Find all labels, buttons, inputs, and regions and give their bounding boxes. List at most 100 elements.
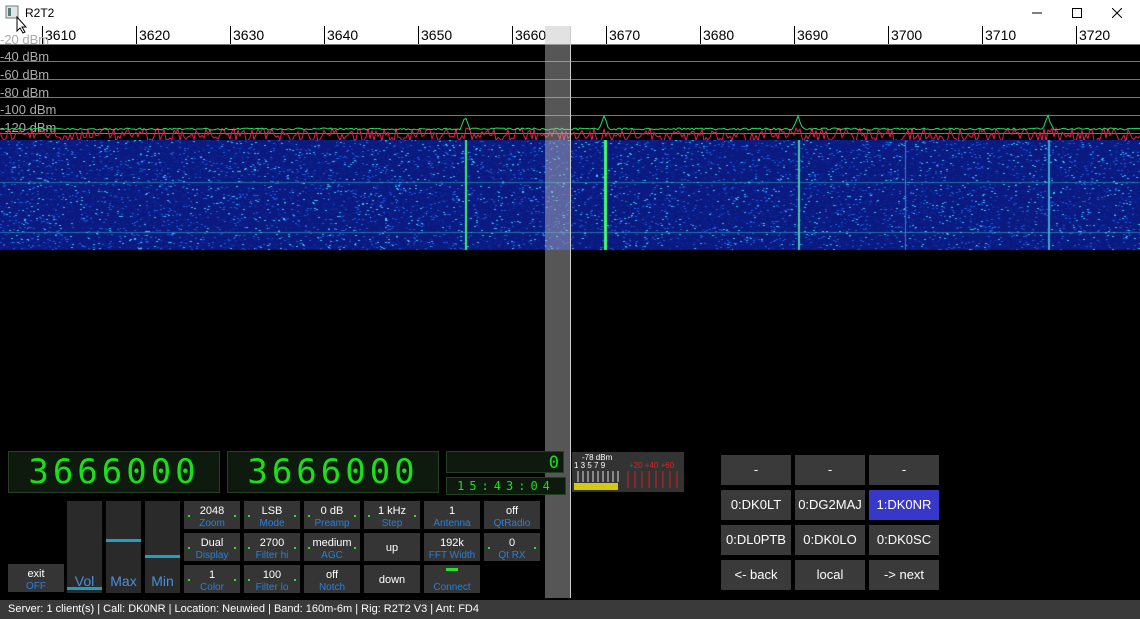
connect-key: Connect <box>433 582 471 593</box>
display-key: Display <box>195 550 229 561</box>
qtradio-key: QtRadio <box>493 518 531 529</box>
min-slider[interactable]: Min <box>145 501 180 593</box>
zoom-key: Zoom <box>199 518 225 529</box>
mode-value: LSB <box>261 505 283 517</box>
preamp-value: 0 dB <box>320 505 344 517</box>
notch-value: off <box>325 569 339 581</box>
s-meter-scale-marks <box>574 471 678 490</box>
mode-key: Mode <box>259 518 285 529</box>
exit-button-key: OFF <box>26 581 46 592</box>
step-value: 1 kHz <box>377 505 407 517</box>
zoom-button[interactable]: 2048 Zoom <box>184 501 240 529</box>
vfo-a-display[interactable]: 3666000 <box>8 451 220 493</box>
notch-key: Notch <box>318 582 346 593</box>
up-button[interactable]: up <box>364 533 420 561</box>
next-button[interactable]: -> next <box>869 560 939 590</box>
volume-slider-label: Vol <box>74 573 95 589</box>
ruler-label: 3660 <box>515 27 547 43</box>
tuning-line[interactable] <box>570 26 571 598</box>
exit-button-value: exit <box>27 568 45 580</box>
qt-rx-key: Qt RX <box>498 550 526 561</box>
filter-hi-button[interactable]: 2700 Filter hi <box>244 533 300 561</box>
ruler-label: 3690 <box>797 27 829 43</box>
user-slot[interactable]: - <box>869 455 939 485</box>
max-slider[interactable]: Max <box>106 501 141 593</box>
ruler-label: 3650 <box>421 27 453 43</box>
title-bar: R2T2 <box>0 0 1140 26</box>
s-meter: -78 dBm 1 3 5 7 9 +20 +40 +60 <box>572 452 684 492</box>
volume-slider[interactable]: Vol <box>67 501 102 593</box>
color-key: Color <box>200 582 224 593</box>
local-button[interactable]: local <box>795 560 865 590</box>
ruler-label: 3700 <box>891 27 923 43</box>
user-slot[interactable]: 0:DK0LO <box>795 525 865 555</box>
ruler-label: 3710 <box>985 27 1017 43</box>
back-button[interactable]: <- back <box>721 560 791 590</box>
ruler-label: 3630 <box>233 27 265 43</box>
zoom-value: 2048 <box>199 505 225 517</box>
ruler-label: 3680 <box>703 27 735 43</box>
user-slot[interactable]: 0:DK0LT <box>721 490 791 520</box>
antenna-value: 1 <box>448 505 456 517</box>
connect-indicator <box>446 568 458 571</box>
step-button[interactable]: 1 kHz Step <box>364 501 420 529</box>
maximize-icon <box>1072 8 1082 18</box>
window-title: R2T2 <box>25 6 55 20</box>
status-text: Server: 1 client(s) | Call: DK0NR | Loca… <box>8 603 479 615</box>
user-slot[interactable]: 0:DG2MAJ <box>795 490 865 520</box>
down-button[interactable]: down <box>364 565 420 593</box>
agc-key: AGC <box>321 550 343 561</box>
step-key: Step <box>381 518 403 529</box>
qt-rx-value: 0 <box>508 537 516 549</box>
connect-button[interactable]: Connect <box>424 565 480 593</box>
preamp-button[interactable]: 0 dB Preamp <box>304 501 360 529</box>
antenna-button[interactable]: 1 Antenna <box>424 501 480 529</box>
min-slider-label: Min <box>151 573 174 589</box>
minimize-icon <box>1032 12 1042 14</box>
color-value: 1 <box>208 569 216 581</box>
close-button[interactable] <box>1094 0 1140 26</box>
filter-hi-key: Filter hi <box>255 550 289 561</box>
fft-width-value: 192k <box>440 537 464 549</box>
qtradio-value: off <box>505 505 519 517</box>
frequency-offset: 0 <box>446 451 564 473</box>
display-value: Dual <box>200 537 224 549</box>
down-button-label: down <box>378 574 406 586</box>
filter-passband[interactable] <box>545 26 570 598</box>
qtradio-button[interactable]: off QtRadio <box>484 501 540 529</box>
vfo-b-display[interactable]: 3666000 <box>227 451 439 493</box>
user-slot-selected[interactable]: 1:DK0NR <box>869 490 939 520</box>
fft-width-key: FFT Width <box>428 550 476 561</box>
antenna-key: Antenna <box>433 518 471 529</box>
max-slider-label: Max <box>110 573 137 589</box>
ruler-label: 3620 <box>139 27 171 43</box>
display-button[interactable]: Dual Display <box>184 533 240 561</box>
exit-button[interactable]: exit OFF <box>8 564 64 592</box>
filter-lo-key: Filter lo <box>255 582 289 593</box>
agc-value: medium <box>312 537 352 549</box>
fft-width-button[interactable]: 192k FFT Width <box>424 533 480 561</box>
close-icon <box>1112 8 1122 18</box>
user-slot[interactable]: 0:DL0PTB <box>721 525 791 555</box>
client-area: 3610 3620 3630 3640 3650 3660 3670 3680 … <box>0 26 1140 619</box>
filter-lo-value: 100 <box>262 569 282 581</box>
color-button[interactable]: 1 Color <box>184 565 240 593</box>
ruler-label: 3610 <box>45 27 77 43</box>
status-bar: Server: 1 client(s) | Call: DK0NR | Loca… <box>0 600 1140 619</box>
qt-rx-button[interactable]: 0 Qt RX <box>484 533 540 561</box>
notch-button[interactable]: off Notch <box>304 565 360 593</box>
mode-button[interactable]: LSB Mode <box>244 501 300 529</box>
agc-button[interactable]: medium AGC <box>304 533 360 561</box>
user-slot[interactable]: 0:DK0SC <box>869 525 939 555</box>
filter-hi-value: 2700 <box>259 537 285 549</box>
filter-lo-button[interactable]: 100 Filter lo <box>244 565 300 593</box>
ruler-label: 3640 <box>327 27 359 43</box>
user-slot[interactable]: - <box>795 455 865 485</box>
clock-display: 15:43:04 <box>446 477 566 495</box>
up-button-label: up <box>385 542 399 554</box>
ruler-label: 3670 <box>609 27 641 43</box>
user-slot[interactable]: - <box>721 455 791 485</box>
preamp-key: Preamp <box>314 518 350 529</box>
ruler-label: 3720 <box>1079 27 1111 43</box>
mouse-cursor-icon <box>16 16 28 34</box>
